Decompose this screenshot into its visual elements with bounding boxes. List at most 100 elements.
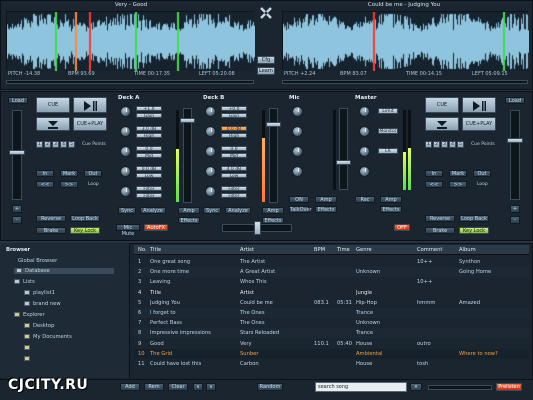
column-header-title[interactable]: Title: [150, 247, 161, 253]
deck-a-in-button[interactable]: In: [36, 170, 54, 177]
master-record-button[interactable]: Rec: [355, 196, 375, 203]
table-row[interactable]: 6 I forget to The Ones Trance: [134, 308, 529, 318]
master-fx-button[interactable]: Effects: [380, 206, 402, 213]
deck-b-pitch-slider[interactable]: [510, 110, 520, 200]
deck-a-pitch-handle[interactable]: [9, 150, 25, 155]
master-booth-knob[interactable]: [359, 146, 370, 157]
autofx-button[interactable]: AutoFX: [144, 224, 168, 231]
deck-b-play-button[interactable]: [462, 97, 496, 113]
deck-b-pitch-minus[interactable]: -: [510, 216, 520, 224]
record-indicator-button[interactable]: OFF: [394, 224, 410, 231]
deck-b-gain-knob[interactable]: [205, 106, 216, 117]
move-down-button[interactable]: ∨: [206, 383, 216, 391]
deck-b-low-knob[interactable]: [205, 166, 216, 177]
prelisten-button[interactable]: Prelisten: [496, 383, 522, 391]
deck-b-gain-label[interactable]: Gain: [221, 113, 247, 119]
hot-cue-button[interactable]: 4: [60, 141, 67, 148]
table-row[interactable]: 5 Judging You Could be me 083.1 05:31 Hip-Hop…: [134, 298, 529, 308]
table-row[interactable]: 10 The Grid Sunber Ambiental Where to now?: [134, 348, 529, 359]
table-row[interactable]: 9 Good Very 110.1 05:40 House outro: [134, 339, 529, 349]
deck-b-waveform[interactable]: [282, 11, 529, 71]
table-row[interactable]: 2 One more time A Great Artist Unknown Going…: [134, 267, 529, 278]
move-up-button[interactable]: ∧: [193, 383, 203, 391]
deck-b-ffw-button[interactable]: >>: [449, 181, 467, 188]
deck-b-filter-label[interactable]: Filter: [221, 193, 247, 199]
table-row[interactable]: 8 Impressive impressions Stars Reloaded Tra…: [134, 328, 529, 339]
deck-a-pitch-plus[interactable]: +: [12, 205, 22, 213]
deck-a-out-button[interactable]: Out: [84, 170, 102, 177]
column-header-artist[interactable]: Artist: [240, 247, 254, 253]
column-header-genre[interactable]: Genre: [356, 247, 372, 253]
deck-b-fx-button[interactable]: Effects: [262, 217, 284, 224]
deck-a-fader-handle[interactable]: [180, 118, 195, 123]
deck-b-pitch-plus[interactable]: +: [510, 205, 520, 213]
mic-mid-knob[interactable]: [292, 146, 303, 157]
deck-b-mid-label[interactable]: Mid: [221, 153, 247, 159]
deck-b-analyze-button[interactable]: Analyze: [225, 207, 251, 214]
deck-a-low-knob[interactable]: [120, 166, 131, 177]
deck-a-mid-knob[interactable]: [120, 146, 131, 157]
hot-cue-button[interactable]: 1: [36, 141, 43, 148]
deck-a-brake-button[interactable]: Brake: [36, 227, 66, 234]
hot-cue-button[interactable]: 3: [441, 141, 448, 148]
deck-b-high-label[interactable]: High: [221, 133, 247, 139]
table-row[interactable]: 1 One great song The Artist 10++ Synthon: [134, 257, 529, 267]
column-header-comment[interactable]: Comment: [417, 247, 442, 253]
hot-cue-button[interactable]: 5: [457, 141, 464, 148]
tree-lists[interactable]: Lists: [14, 279, 35, 285]
mic-fx-button[interactable]: Effects: [315, 206, 337, 213]
deck-a-cue-button[interactable]: CUE: [36, 97, 70, 113]
hot-cue-button[interactable]: 5: [68, 141, 75, 148]
tree-database[interactable]: Database: [14, 268, 114, 274]
deck-a-gain-knob[interactable]: [120, 106, 131, 117]
deck-a-key-lock-button[interactable]: Key Lock: [70, 227, 100, 234]
deck-b-mark-button[interactable]: Mark: [449, 170, 467, 177]
master-monitor-button[interactable]: Monitor: [378, 128, 398, 134]
deck-a-gain-label[interactable]: Gain: [136, 113, 162, 119]
hot-cue-button[interactable]: 1: [425, 141, 432, 148]
deck-a-high-value[interactable]: 3.0 dB: [136, 126, 162, 132]
deck-b-cue-button[interactable]: CUE: [425, 97, 459, 113]
deck-a-mid-value[interactable]: 0.0: [136, 146, 162, 152]
hot-cue-button[interactable]: 4: [449, 141, 456, 148]
tree-folder[interactable]: [24, 356, 33, 362]
deck-a-low-label[interactable]: Low: [136, 173, 162, 179]
table-row[interactable]: 3 Leaving Whos This 10++: [134, 277, 529, 287]
remove-button[interactable]: Rem: [144, 383, 164, 391]
deck-b-fader-handle[interactable]: [266, 122, 281, 127]
deck-b-mid-value[interactable]: 0.0: [221, 146, 247, 152]
deck-a-rew-button[interactable]: <<: [36, 181, 54, 188]
deck-a-gain-value[interactable]: +1.0: [136, 106, 162, 112]
deck-b-stop-button[interactable]: [425, 117, 459, 131]
column-header-bpm[interactable]: BPM: [314, 247, 325, 253]
tree-global-browser[interactable]: Global Browser: [18, 258, 57, 264]
deck-a-filter-label[interactable]: Filter: [136, 193, 162, 199]
deck-b-in-button[interactable]: In: [425, 170, 443, 177]
deck-b-out-button[interactable]: Out: [473, 170, 491, 177]
mic-fader[interactable]: [339, 108, 348, 190]
deck-a-high-knob[interactable]: [120, 126, 131, 137]
deck-b-loop-back-button[interactable]: Loop Back: [459, 215, 489, 222]
deck-b-low-value[interactable]: 4.0 dB: [221, 166, 247, 172]
mic-gain-knob[interactable]: [292, 106, 303, 117]
master-limit-button[interactable]: Limit: [378, 108, 398, 114]
mic-mute-button[interactable]: Mic Mute: [116, 224, 140, 237]
mic-low-knob[interactable]: [292, 166, 303, 177]
deck-a-position-bar[interactable]: [6, 80, 254, 84]
column-header-time[interactable]: Time: [337, 247, 350, 253]
deck-a-amp-button[interactable]: Amp: [178, 207, 200, 214]
deck-a-cue-play-button[interactable]: CUE+PLAY: [73, 117, 107, 131]
column-header-album[interactable]: Album: [459, 247, 476, 253]
hot-cue-button[interactable]: 2: [433, 141, 440, 148]
deck-a-mid-label[interactable]: Mid: [136, 153, 162, 159]
tree-playlist1[interactable]: playlist1: [24, 290, 55, 296]
deck-a-high-label[interactable]: High: [136, 133, 162, 139]
deck-a-ffw-button[interactable]: >>: [60, 181, 78, 188]
random-button[interactable]: Random: [257, 383, 283, 391]
deck-a-fx-button[interactable]: Effects: [178, 217, 200, 224]
search-input[interactable]: [315, 382, 407, 392]
deck-a-reverse-button[interactable]: Reverse: [36, 215, 66, 222]
deck-a-filter-value[interactable]: Filter: [136, 186, 162, 192]
tree-desktop[interactable]: Desktop: [24, 323, 54, 329]
mic-talkover-button[interactable]: TalkOver: [289, 206, 312, 213]
